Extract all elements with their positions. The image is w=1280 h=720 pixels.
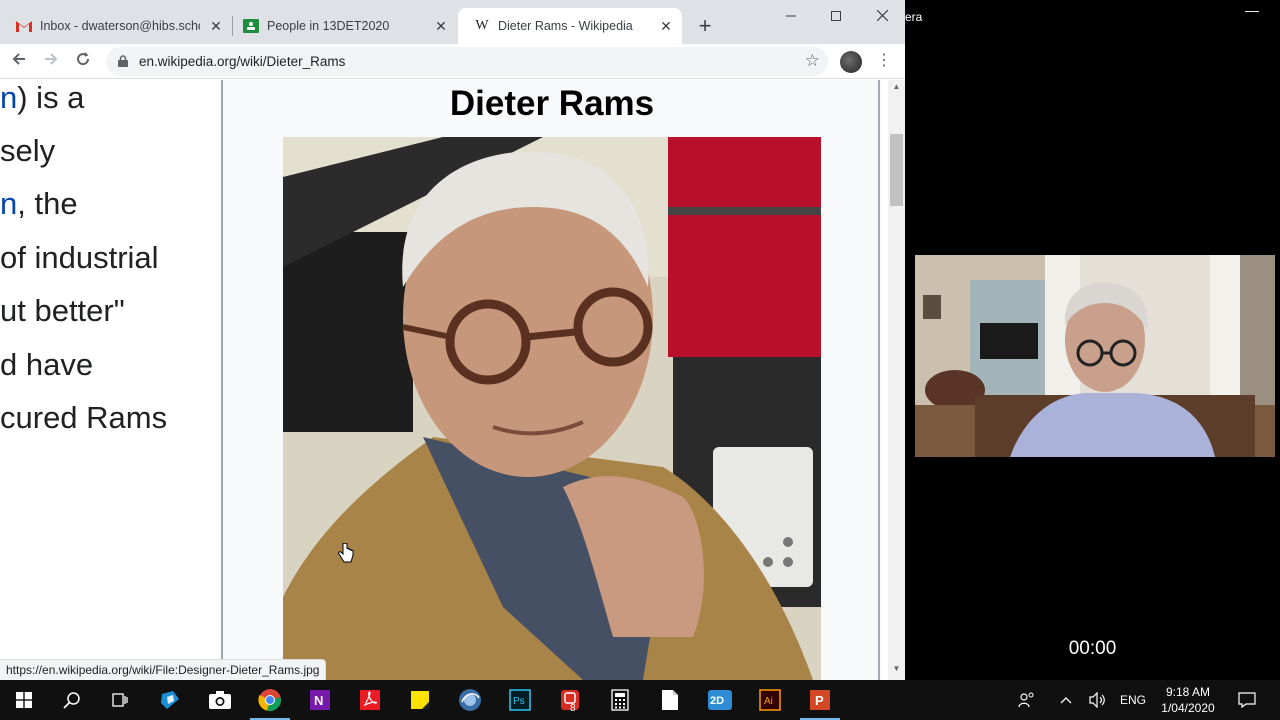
acrobat-icon[interactable] <box>346 680 394 720</box>
profile-avatar[interactable] <box>840 51 862 73</box>
windows-taskbar: N Ps 8 2D Ai P ENG 9:18 AM 1/04/2020 <box>0 680 1280 720</box>
tab-strip: Inbox - dwaterson@hibs.schoo ✕ People in… <box>0 0 905 44</box>
scrollbar-thumb[interactable] <box>890 134 903 206</box>
recording-timer: 00:00 <box>1068 638 1117 659</box>
vertical-scrollbar[interactable]: ▲ ▼ <box>888 80 905 680</box>
tab-wikipedia[interactable]: W Dieter Rams - Wikipedia ✕ <box>458 8 682 44</box>
back-icon[interactable] <box>8 51 30 73</box>
svg-text:8: 8 <box>570 703 576 712</box>
windows-start-icon[interactable] <box>0 680 48 720</box>
svg-text:Ai: Ai <box>764 696 773 707</box>
scroll-down-icon[interactable]: ▼ <box>888 664 905 678</box>
svg-text:N: N <box>314 693 323 708</box>
new-tab-button[interactable]: + <box>694 15 716 37</box>
article-link[interactable]: n <box>0 186 17 221</box>
illustrator-icon[interactable]: Ai <box>746 680 794 720</box>
volume-icon[interactable] <box>1086 680 1110 720</box>
camera-window: era — 00:00 <box>905 0 1280 680</box>
article-line: d have <box>0 347 94 382</box>
bookmark-star-icon[interactable]: ☆ <box>805 51 820 71</box>
svg-text:Ps: Ps <box>513 696 525 707</box>
article-line: cured Rams <box>0 400 168 435</box>
browser-window: Inbox - dwaterson@hibs.schoo ✕ People in… <box>0 0 905 680</box>
article-line: of industrial <box>0 240 159 275</box>
tab-gmail[interactable]: Inbox - dwaterson@hibs.schoo ✕ <box>0 8 232 44</box>
maximize-icon[interactable] <box>821 4 851 28</box>
portrait-photo[interactable] <box>283 137 821 680</box>
close-icon[interactable]: ✕ <box>658 18 674 34</box>
webcam-feed <box>915 255 1275 457</box>
infobox: Dieter Rams <box>223 80 881 680</box>
sketchup-icon[interactable] <box>146 680 194 720</box>
clock-time: 9:18 AM <box>1165 685 1211 699</box>
clock-date: 1/04/2020 <box>1161 701 1215 715</box>
system-clock[interactable]: 9:18 AM 1/04/2020 <box>1152 684 1224 716</box>
tab-title: Inbox - dwaterson@hibs.schoo <box>40 19 200 33</box>
infobox-title: Dieter Rams <box>449 84 655 123</box>
article-line: ut better" <box>0 293 125 328</box>
window-close-icon[interactable] <box>867 4 897 28</box>
language-indicator[interactable]: ENG <box>1116 680 1150 720</box>
tab-classroom[interactable]: People in 13DET2020 ✕ <box>227 8 457 44</box>
scroll-up-icon[interactable]: ▲ <box>888 82 905 96</box>
tab-title: Dieter Rams - Wikipedia <box>498 19 633 33</box>
more-menu-icon[interactable]: ⋮ <box>876 50 892 72</box>
chrome-icon[interactable] <box>246 680 294 720</box>
task-view-icon[interactable] <box>96 680 144 720</box>
reload-icon[interactable] <box>72 51 94 73</box>
action-center-icon[interactable] <box>1232 680 1262 720</box>
page-content: n) is a sely n, the of industrial ut bet… <box>0 80 888 680</box>
minimize-icon[interactable] <box>776 4 806 28</box>
article-text: n) is a sely n, the of industrial ut bet… <box>0 80 222 680</box>
search-icon[interactable] <box>48 680 96 720</box>
infobox-border <box>878 80 880 680</box>
calculator-icon[interactable] <box>596 680 644 720</box>
camera-window-title: era <box>905 10 923 24</box>
url-text: en.wikipedia.org/wiki/Dieter_Rams <box>139 54 346 69</box>
wikipedia-icon: W <box>475 18 489 33</box>
classroom-icon <box>243 18 259 34</box>
powerpoint-icon[interactable]: P <box>796 680 844 720</box>
hand-cursor-icon <box>338 542 354 570</box>
close-icon[interactable]: ✕ <box>208 18 224 34</box>
forward-icon[interactable] <box>40 51 62 73</box>
close-icon[interactable]: ✕ <box>433 18 449 34</box>
file-icon[interactable] <box>646 680 694 720</box>
browser-toolbar: en.wikipedia.org/wiki/Dieter_Rams ☆ ⋮ <box>0 44 905 79</box>
screencast-icon[interactable]: 8 <box>546 680 594 720</box>
sound-recorder-icon[interactable] <box>446 680 494 720</box>
2d-design-icon[interactable]: 2D <box>696 680 744 720</box>
article-line: sely <box>0 133 56 168</box>
article-link[interactable]: n <box>0 80 17 115</box>
tab-title: People in 13DET2020 <box>267 19 390 33</box>
link-status-bar: https://en.wikipedia.org/wiki/File:Desig… <box>0 659 327 680</box>
camera-icon[interactable] <box>196 680 244 720</box>
chevron-up-icon[interactable] <box>1054 680 1078 720</box>
people-icon[interactable] <box>1012 680 1042 720</box>
onenote-icon[interactable]: N <box>296 680 344 720</box>
photoshop-icon[interactable]: Ps <box>496 680 544 720</box>
svg-text:2D: 2D <box>710 695 724 707</box>
sticky-notes-icon[interactable] <box>396 680 444 720</box>
article-line: n, the <box>0 186 78 221</box>
svg-text:P: P <box>815 693 824 708</box>
lock-icon <box>118 55 128 67</box>
gmail-icon <box>16 18 32 34</box>
address-bar[interactable]: en.wikipedia.org/wiki/Dieter_Rams ☆ <box>106 47 828 76</box>
minimize-icon[interactable]: — <box>1245 2 1259 18</box>
article-line: n) is a <box>0 80 85 115</box>
